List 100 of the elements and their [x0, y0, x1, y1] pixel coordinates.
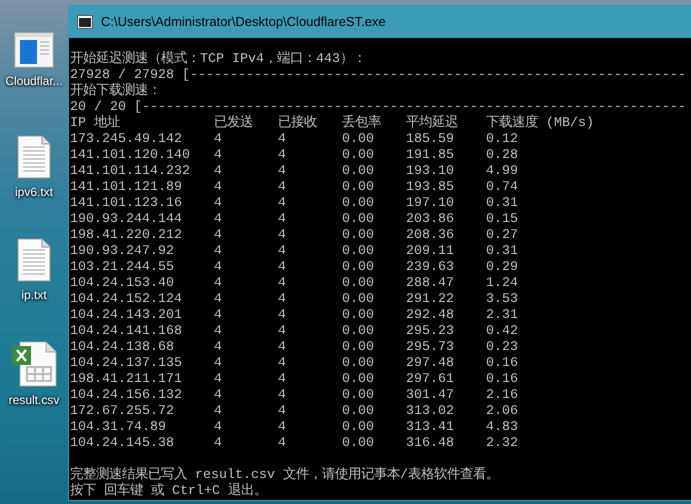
table-cell: 4.83: [486, 420, 518, 436]
table-cell-text: 141.101.121.89: [70, 180, 183, 196]
table-cell-text: 4: [278, 132, 287, 148]
column-header: 已发送: [214, 116, 254, 132]
table-cell-text: 0.00: [342, 356, 375, 372]
console-line: 按下 回车键 或 Ctrl+C 退出。: [70, 484, 268, 500]
table-cell-text: 104.24.141.168: [70, 324, 183, 340]
table-cell-text: 4: [214, 324, 223, 340]
column-header: 下载速度 (MB/s): [486, 116, 594, 132]
table-cell-text: 4: [278, 180, 287, 196]
table-cell: 0.74: [486, 180, 518, 196]
table-cell-text: 4: [214, 372, 223, 388]
table-cell-text: 190.93.247.92: [70, 244, 175, 260]
application-icon[interactable]: [14, 32, 54, 68]
table-cell-text: 4: [214, 132, 223, 148]
desktop-icon-label[interactable]: ip.txt: [21, 286, 47, 304]
table-cell-text: 0.00: [342, 340, 375, 356]
table-cell-text: 104.24.138.68: [70, 340, 175, 356]
console-icon: [77, 15, 93, 29]
table-cell-text: 4: [214, 340, 223, 356]
table-cell-text: 4: [214, 276, 223, 292]
table-cell-text: 104.24.153.40: [70, 276, 175, 292]
table-cell-text: 198.41.211.171: [70, 372, 183, 388]
table-cell-text: 4: [214, 292, 223, 308]
table-cell: 3.53: [486, 292, 518, 308]
table-cell-text: 316.48: [406, 436, 455, 452]
column-header: IP 地址: [70, 116, 121, 132]
table-cell: 0.42: [486, 324, 518, 340]
table-cell-text: 197.10: [406, 196, 455, 212]
table-cell-text: 4: [214, 436, 223, 452]
desktop-icon-label[interactable]: result.csv: [8, 391, 60, 409]
table-cell-text: 209.11: [406, 244, 455, 260]
table-cell: 0.12: [486, 132, 518, 148]
text-file-icon[interactable]: [17, 238, 51, 282]
table-cell-text: 4: [278, 356, 287, 372]
table-cell-text: 4: [214, 180, 223, 196]
table-cell-text: 291.22: [406, 292, 455, 308]
table-cell-text: 4: [278, 388, 287, 404]
table-cell: 2.06: [486, 404, 518, 420]
table-cell: 0.16: [486, 372, 518, 388]
table-cell-text: 0.00: [342, 164, 375, 180]
table-cell-text: 4: [278, 148, 287, 164]
table-cell-text: 239.63: [406, 260, 455, 276]
console-line: 开始下载测速：: [70, 84, 162, 100]
spreadsheet-file-icon[interactable]: [11, 341, 57, 387]
table-cell: 0.28: [486, 148, 518, 164]
table-cell-text: 0.00: [342, 292, 375, 308]
desktop-icon-label[interactable]: ipv6.txt: [14, 183, 53, 201]
table-cell-text: 103.21.244.55: [70, 260, 175, 276]
table-cell-text: 4: [214, 164, 223, 180]
table-cell-text: 104.24.152.124: [70, 292, 183, 308]
table-cell-text: 292.48: [406, 308, 455, 324]
table-cell-text: 173.245.49.142: [70, 132, 183, 148]
table-cell-text: 4: [214, 420, 223, 436]
table-cell-text: 4: [278, 196, 287, 212]
table-cell: 2.32: [486, 436, 518, 452]
table-cell: 1.24: [486, 276, 518, 292]
table-cell-text: 208.36: [406, 228, 455, 244]
table-cell: 2.31: [486, 308, 518, 324]
table-cell: 0.27: [486, 228, 518, 244]
table-cell-text: 191.85: [406, 148, 455, 164]
console-line: 27928 / 27928 [--------------------------------------------------------------: [70, 68, 687, 83]
table-cell-text: 0.00: [342, 196, 375, 212]
table-cell-text: 0.00: [342, 260, 375, 276]
table-cell-text: 4: [214, 404, 223, 420]
console-line: 20 / 20 [--------------------------------------------------------------------: [70, 100, 687, 115]
table-cell-text: 288.47: [406, 276, 455, 292]
table-cell-text: 0.00: [342, 180, 375, 196]
table-cell-text: 4: [278, 276, 287, 292]
table-cell-text: 0.00: [342, 244, 375, 260]
table-cell-text: 0.00: [342, 132, 375, 148]
table-cell-text: 4: [214, 228, 223, 244]
table-cell: 0.23: [486, 340, 518, 356]
table-cell-text: 198.41.220.212: [70, 228, 183, 244]
table-cell-text: 4: [214, 388, 223, 404]
table-cell-text: 172.67.255.72: [70, 404, 175, 420]
table-cell-text: 4: [214, 196, 223, 212]
table-cell-text: 4: [278, 436, 287, 452]
text-file-icon[interactable]: [17, 135, 51, 179]
table-cell-text: 4: [278, 260, 287, 276]
table-cell-text: 141.101.120.140: [70, 148, 191, 164]
column-header: 已接收: [278, 116, 318, 132]
table-cell-text: 4: [278, 212, 287, 228]
table-cell-text: 4: [214, 244, 223, 260]
table-cell-text: 4: [278, 420, 287, 436]
console-line: 开始延迟测速（模式：TCP IPv4，端口：443）：: [70, 52, 367, 68]
table-cell-text: 313.02: [406, 404, 455, 420]
table-cell: 0.29: [486, 260, 518, 276]
table-cell-text: 0.00: [342, 404, 375, 420]
table-cell-text: 4: [278, 244, 287, 260]
table-cell-text: 297.48: [406, 356, 455, 372]
table-cell-text: 104.24.137.135: [70, 356, 183, 372]
table-cell-text: 0.00: [342, 420, 375, 436]
table-cell-text: 193.85: [406, 180, 455, 196]
desktop-icon-label[interactable]: Cloudflar...: [5, 72, 63, 90]
console-line: 完整测速结果已写入 result.csv 文件，请使用记事本/表格软件查看。: [70, 468, 500, 483]
table-cell: 0.31: [486, 244, 518, 260]
table-cell-text: 0.00: [342, 276, 375, 292]
table-cell: 4.99: [486, 164, 518, 180]
table-cell-text: 141.101.114.232: [70, 164, 191, 180]
